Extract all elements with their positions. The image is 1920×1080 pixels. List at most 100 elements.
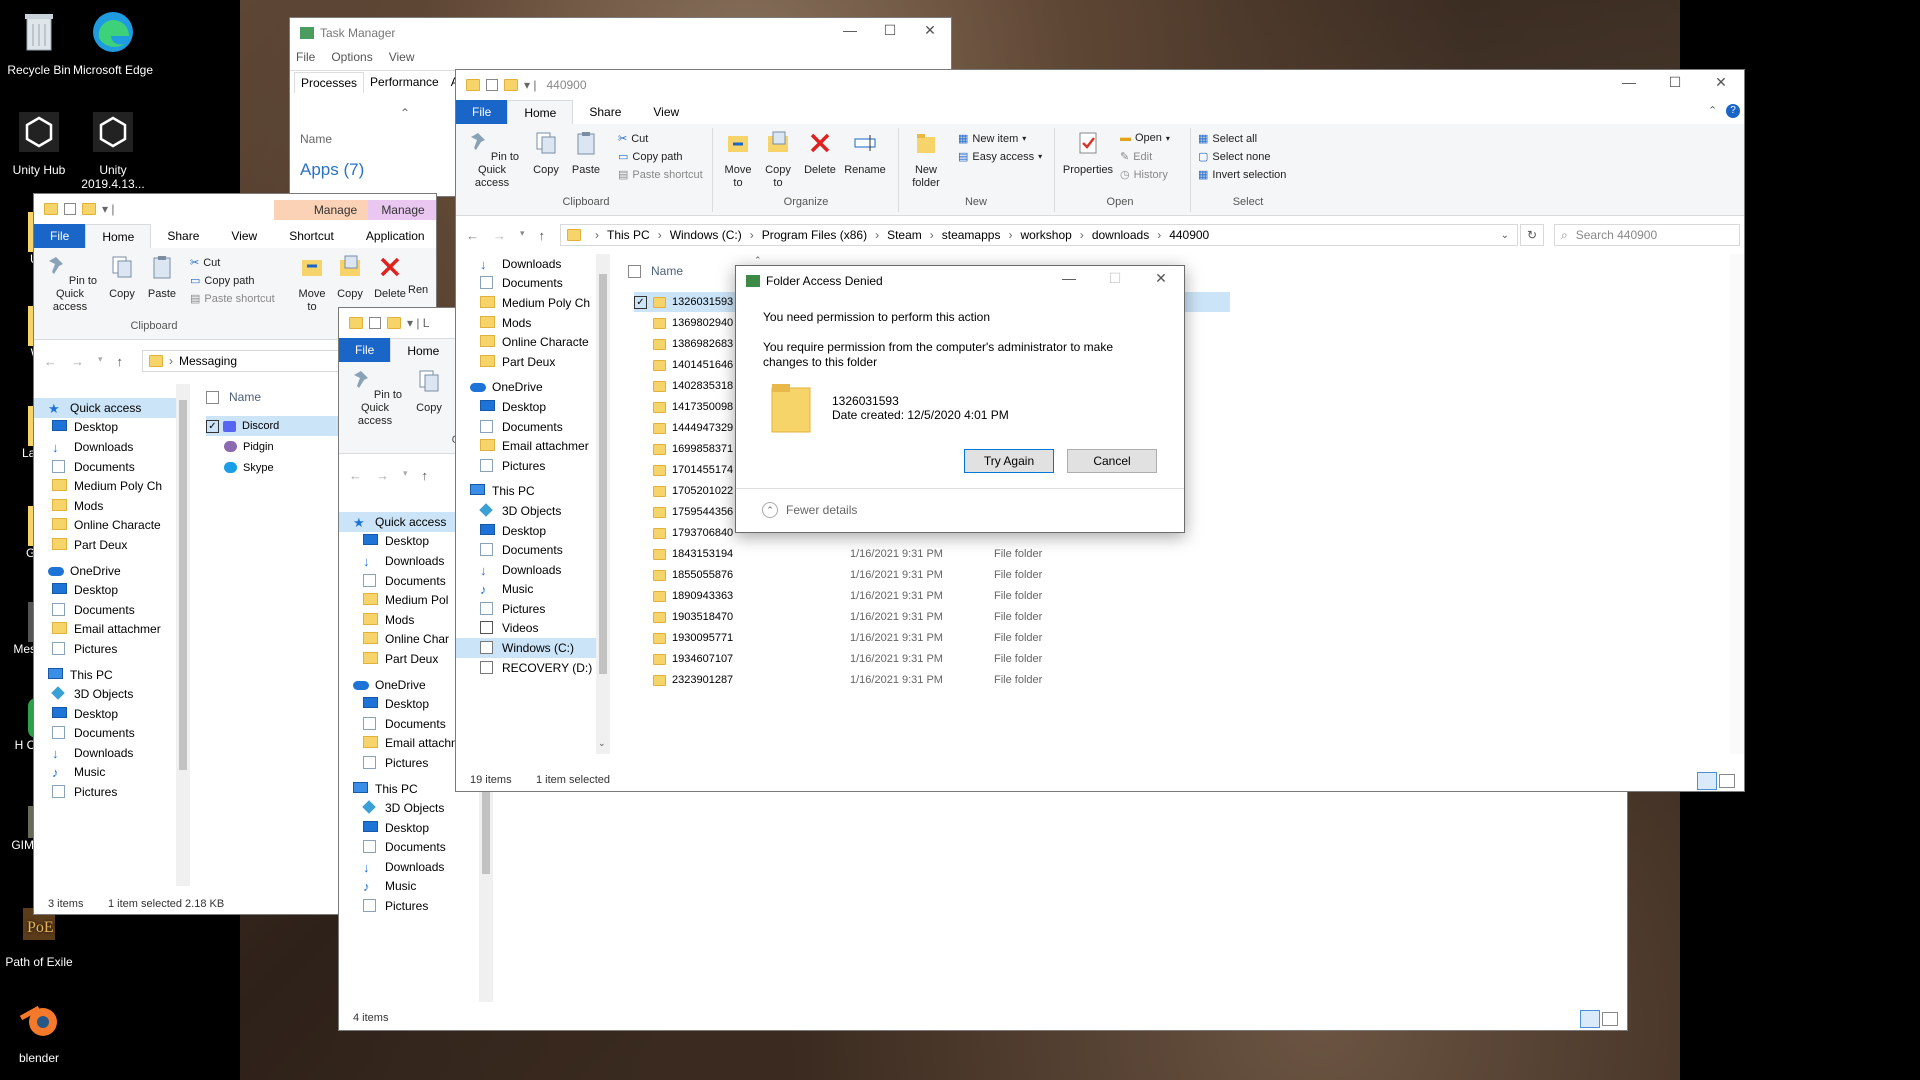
sidebar-item-documents[interactable]: Documents <box>34 724 190 744</box>
copy-path-button[interactable]: ▭ Copy path <box>190 274 255 288</box>
sidebar-item-pictures[interactable]: Pictures <box>456 599 596 619</box>
table-row[interactable]: 1934607107 1/16/2021 9:31 PM File folder <box>634 649 1230 669</box>
maximize-button[interactable]: ☐ <box>1652 74 1698 91</box>
cancel-button[interactable]: Cancel <box>1067 449 1157 473</box>
sidebar-item-music[interactable]: ♪ Music <box>34 763 190 783</box>
chevron-right-icon[interactable]: › <box>595 228 599 242</box>
list-item[interactable]: Pidgin <box>224 438 274 455</box>
sidebar-item-onedrive[interactable]: OneDrive <box>456 378 596 398</box>
copy-button[interactable]: Copy <box>411 368 447 415</box>
properties-button[interactable]: Properties <box>1060 130 1116 177</box>
sidebar-item-onedrive[interactable]: OneDrive <box>34 561 190 581</box>
sidebar-item-videos[interactable]: Videos <box>456 619 596 639</box>
minimize-button[interactable]: — <box>1046 270 1092 286</box>
tab-application-tools[interactable]: Application To <box>350 224 436 267</box>
back-button[interactable]: ← <box>466 228 479 243</box>
tab-shortcut-tools[interactable]: Shortcut Tools <box>273 224 350 267</box>
chevron-down-icon[interactable]: ⌄ <box>1501 230 1509 241</box>
tab-home[interactable]: Home <box>507 100 574 124</box>
menu-options[interactable]: Options <box>331 50 372 64</box>
select-all-checkbox[interactable] <box>628 264 641 278</box>
select-none-button[interactable]: ▢ Select none <box>1198 150 1271 164</box>
sidebar-item-this-pc[interactable]: This PC <box>34 665 190 685</box>
table-row[interactable]: 1843153194 1/16/2021 9:31 PM File folder <box>634 544 1230 564</box>
cut-button[interactable]: ✂ Cut <box>190 256 220 270</box>
maximize-button[interactable]: ☐ <box>870 22 910 39</box>
breadcrumb-segment[interactable]: Program Files (x86) <box>762 228 867 242</box>
large-icons-view-button[interactable] <box>1602 1012 1618 1026</box>
tab-processes[interactable]: Processes <box>294 72 365 93</box>
sidebar-item-music[interactable]: ♪ Music <box>339 877 479 897</box>
copy-button[interactable]: Copy <box>104 254 140 301</box>
copy-button[interactable]: Copy <box>528 130 564 177</box>
chevron-right-icon[interactable]: › <box>1157 228 1161 242</box>
sidebar-item-online-characte[interactable]: Online Characte <box>34 516 190 536</box>
tab-home[interactable]: Home <box>390 338 457 362</box>
folder-access-denied-dialog[interactable]: Folder Access Denied — ☐ ✕ You need perm… <box>735 265 1185 533</box>
sidebar-item-part-deux[interactable]: Part Deux <box>34 535 190 555</box>
unity-editor-icon[interactable]: Unity 2019.4.13... <box>70 108 156 191</box>
sidebar-item-part-deux[interactable]: Part Deux <box>456 352 596 372</box>
sidebar-item-downloads[interactable]: ↓ Downloads <box>456 254 596 274</box>
apps-group-header[interactable]: Apps (7) <box>300 160 364 180</box>
select-all-checkbox[interactable] <box>206 390 219 404</box>
delete-button[interactable]: Delete <box>372 254 408 301</box>
forward-button[interactable]: → <box>71 354 84 369</box>
sidebar-item-3d-objects[interactable]: 3D Objects <box>456 501 596 521</box>
recent-button[interactable]: ▾ <box>403 468 408 483</box>
sidebar-item-desktop[interactable]: Desktop <box>34 704 190 724</box>
column-name[interactable]: Name <box>300 132 332 146</box>
refresh-button[interactable]: ↻ <box>1520 224 1544 246</box>
sidebar-item-documents[interactable]: Documents <box>339 838 479 858</box>
paste-button[interactable]: Paste <box>568 130 604 177</box>
sidebar-item-desktop[interactable]: Desktop <box>339 818 479 838</box>
sidebar-item-pictures[interactable]: Pictures <box>34 639 190 659</box>
sidebar-item-documents[interactable]: Documents <box>456 274 596 294</box>
chevron-right-icon[interactable]: › <box>1080 228 1084 242</box>
sidebar-item-this-pc[interactable]: This PC <box>456 482 596 502</box>
tab-file[interactable]: File <box>339 338 391 362</box>
breadcrumb-segment[interactable]: downloads <box>1092 228 1149 242</box>
delete-button[interactable]: Delete <box>802 130 838 177</box>
nav-scrollbar[interactable]: ⌄ <box>596 254 610 754</box>
sidebar-item-desktop[interactable]: Desktop <box>34 418 190 438</box>
new-folder-button[interactable]: New folder <box>906 130 946 190</box>
edit-button[interactable]: ✎ Edit <box>1120 150 1152 164</box>
table-row[interactable]: 2323901287 1/16/2021 9:31 PM File folder <box>634 670 1230 690</box>
pin-quick-access-button[interactable]: Pin to Quick access <box>343 368 407 428</box>
navigation-pane[interactable]: ↓ Downloads Documents Medium Poly Ch Mods Onl… <box>456 254 596 750</box>
breadcrumb[interactable]: › This PC › Windows (C:) › Program Files (x86… <box>587 228 1209 242</box>
column-name[interactable]: Name <box>651 264 683 278</box>
close-button[interactable]: ✕ <box>910 22 950 39</box>
sidebar-item-downloads[interactable]: ↓ Downloads <box>456 560 596 580</box>
tab-performance[interactable]: Performance <box>364 72 445 93</box>
sidebar-item-3d-objects[interactable]: 3D Objects <box>339 798 479 818</box>
tab-view[interactable]: View <box>215 224 273 248</box>
chevron-right-icon[interactable]: › <box>658 228 662 242</box>
sidebar-item-mods[interactable]: Mods <box>34 496 190 516</box>
tab-manage-app[interactable]: Manage <box>368 200 436 220</box>
search-input[interactable]: ⌕ Search 440900 <box>1554 224 1740 246</box>
sidebar-item-documents[interactable]: Documents <box>456 540 596 560</box>
breadcrumb-segment[interactable]: This PC <box>607 228 650 242</box>
sidebar-item-recovery-d-[interactable]: RECOVERY (D:) <box>456 658 596 678</box>
collapse-ribbon-icon[interactable]: ⌃ <box>1708 104 1717 117</box>
scrollbar-thumb[interactable] <box>179 400 187 770</box>
sidebar-item-quick-access[interactable]: ★ Quick access <box>34 398 190 418</box>
tab-file[interactable]: File <box>456 100 508 124</box>
details-view-button[interactable] <box>1697 772 1717 790</box>
new-item-button[interactable]: ▦ New item ▾ <box>958 132 1026 146</box>
forward-button[interactable]: → <box>493 228 506 243</box>
sidebar-item-downloads[interactable]: ↓ Downloads <box>34 437 190 457</box>
table-row[interactable]: 1855055876 1/16/2021 9:31 PM File folder <box>634 565 1230 585</box>
navigation-pane[interactable]: ★ Quick access Desktop ↓ Downloads Documents M… <box>34 398 190 884</box>
sidebar-item-email-attachmer[interactable]: Email attachmer <box>34 620 190 640</box>
sidebar-item-downloads[interactable]: ↓ Downloads <box>34 743 190 763</box>
copy-path-button[interactable]: ▭ Copy path <box>618 150 683 164</box>
table-row[interactable]: 1930095771 1/16/2021 9:31 PM File folder <box>634 628 1230 648</box>
up-button[interactable]: ↑ <box>539 228 546 243</box>
sidebar-item-medium-poly-ch[interactable]: Medium Poly Ch <box>34 476 190 496</box>
chevron-right-icon[interactable]: › <box>875 228 879 242</box>
sidebar-item-documents[interactable]: Documents <box>34 600 190 620</box>
sidebar-item-3d-objects[interactable]: 3D Objects <box>34 684 190 704</box>
